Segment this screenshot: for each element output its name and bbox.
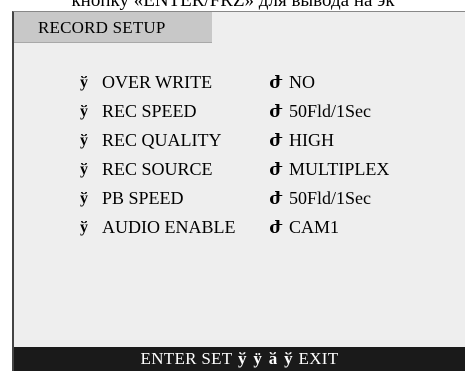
setting-over-write[interactable]: ў OVER WRITE ժ NO — [80, 68, 420, 97]
setting-value[interactable]: 50Fld/1Sec — [289, 97, 371, 126]
item-bullet-icon: ў — [80, 161, 88, 178]
exit-key-hint[interactable]: EXIT — [299, 347, 339, 371]
item-bullet-icon: ў — [80, 132, 88, 149]
setting-value[interactable]: NO — [289, 68, 315, 97]
setting-audio-enable[interactable]: ў AUDIO ENABLE ժ CAM1 — [80, 213, 420, 242]
select-arrow-icon: ժ — [269, 73, 283, 92]
setting-label: REC SPEED — [102, 101, 197, 121]
nav-right-icon[interactable]: ў — [284, 347, 293, 371]
setting-value[interactable]: MULTIPLEX — [289, 155, 389, 184]
setting-rec-source[interactable]: ў REC SOURCE ժ MULTIPLEX — [80, 155, 420, 184]
select-arrow-icon: ժ — [269, 160, 283, 179]
item-bullet-icon: ў — [80, 74, 88, 91]
enter-key-hint[interactable]: ENTER — [141, 347, 197, 371]
setting-label: AUDIO ENABLE — [102, 217, 236, 237]
nav-left-icon[interactable]: ӑ — [269, 347, 278, 371]
page-caption: кнопку «ENTER/FRZ» для вывода на эк — [71, 0, 395, 11]
select-arrow-icon: ժ — [269, 102, 283, 121]
setting-rec-speed[interactable]: ў REC SPEED ժ 50Fld/1Sec — [80, 97, 420, 126]
item-bullet-icon: ў — [80, 103, 88, 120]
select-arrow-icon: ժ — [269, 131, 283, 150]
setting-label: REC SOURCE — [102, 159, 213, 179]
setting-label: PB SPEED — [102, 188, 184, 208]
setting-value[interactable]: HIGH — [289, 126, 334, 155]
menu-title: RECORD SETUP — [14, 12, 212, 43]
set-hint: SET — [201, 349, 233, 368]
item-bullet-icon: ў — [80, 219, 88, 236]
nav-up-icon[interactable]: ў — [238, 347, 247, 371]
select-arrow-icon: ժ — [269, 189, 283, 208]
select-arrow-icon: ժ — [269, 218, 283, 237]
setting-label: REC QUALITY — [102, 130, 222, 150]
osd-menu-panel: RECORD SETUP ў OVER WRITE ժ NO ў REC SPE… — [12, 11, 465, 371]
key-hint-bar: ENTER SET ў ӱ ӑ ў EXIT — [14, 347, 465, 371]
setting-value[interactable]: CAM1 — [289, 213, 339, 242]
item-bullet-icon: ў — [80, 190, 88, 207]
nav-down-icon[interactable]: ӱ — [253, 347, 262, 371]
setting-value[interactable]: 50Fld/1Sec — [289, 184, 371, 213]
setting-pb-speed[interactable]: ў PB SPEED ժ 50Fld/1Sec — [80, 184, 420, 213]
setting-label: OVER WRITE — [102, 72, 213, 92]
settings-list: ў OVER WRITE ժ NO ў REC SPEED ժ 50Fld/1S… — [80, 68, 420, 242]
setting-rec-quality[interactable]: ў REC QUALITY ժ HIGH — [80, 126, 420, 155]
